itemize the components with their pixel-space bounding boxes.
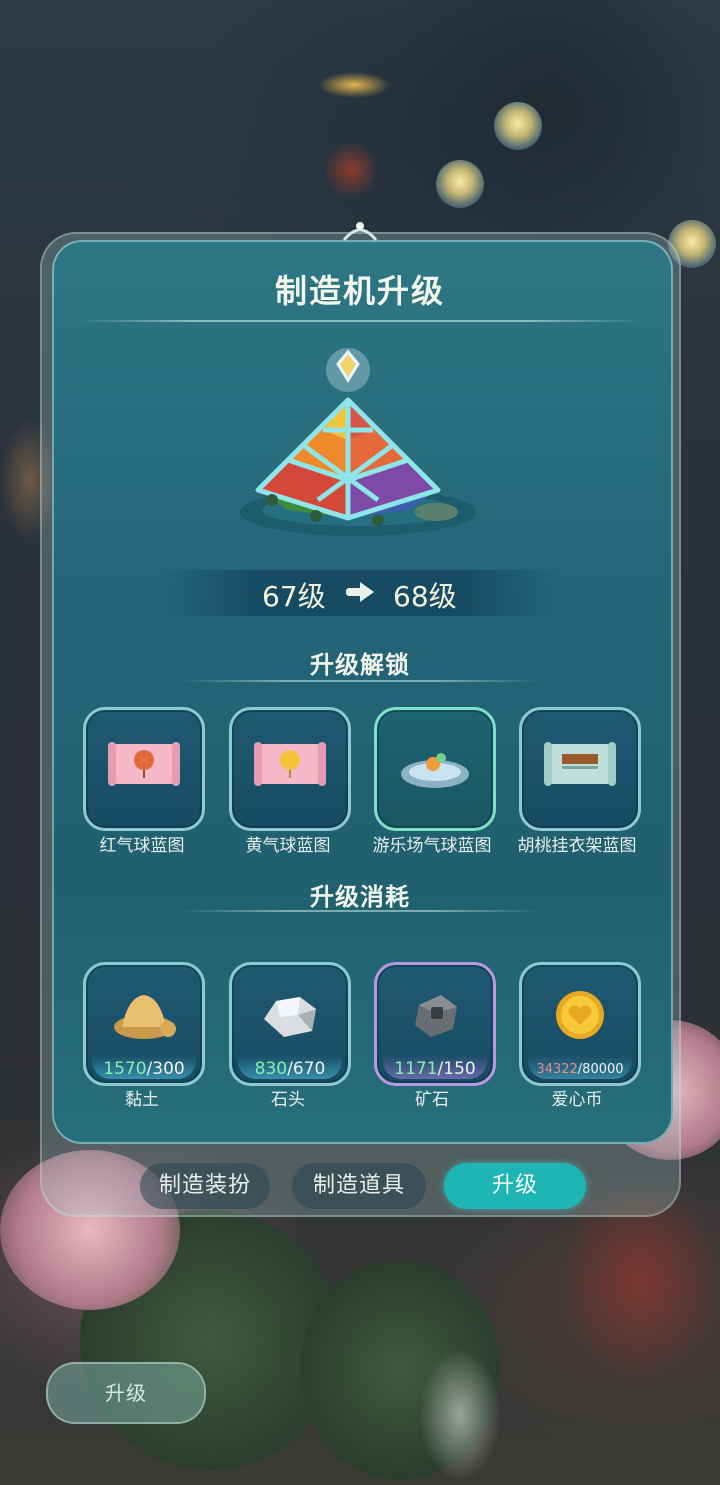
cost-slot-stone[interactable]: 830/670: [229, 962, 351, 1086]
cost-label: 矿石: [415, 1090, 449, 1110]
heart-coin-icon: [556, 991, 604, 1039]
title-divider: [78, 320, 642, 322]
cost-label: 黏土: [125, 1090, 159, 1110]
unlock-slot-walnut-coat-rack[interactable]: [519, 707, 641, 831]
cost-slot-clay[interactable]: 1570/300: [83, 962, 205, 1086]
unlock-section-divider: [180, 680, 540, 682]
unlock-label: 黄气球蓝图: [245, 836, 331, 856]
tab-upgrade[interactable]: 升级: [444, 1163, 586, 1209]
tab-make-item[interactable]: 制造道具: [292, 1163, 426, 1209]
playground-balloon-blueprint-icon: [401, 753, 469, 788]
lantern-icon: [436, 160, 484, 208]
crest-ornament-icon: [342, 222, 378, 241]
clay-icon: [114, 995, 176, 1039]
stone-count: 830/670: [254, 1059, 326, 1079]
dialog-title: 制造机升级: [274, 272, 445, 310]
clay-count: 1570/300: [103, 1059, 185, 1079]
next-level: 68级: [393, 580, 457, 613]
cost-label: 石头: [271, 1090, 305, 1110]
cost-label: 爱心币: [551, 1090, 603, 1110]
arrow-right-icon: [346, 582, 374, 602]
cost-section-divider: [180, 910, 540, 912]
unlock-label: 胡桃挂衣架蓝图: [517, 836, 637, 856]
ore-icon: [415, 995, 457, 1037]
unlock-label: 游乐场气球蓝图: [372, 836, 492, 856]
unlock-slot-playground-balloon[interactable]: [374, 707, 496, 831]
walnut-coat-rack-blueprint-icon: [544, 742, 616, 786]
crafting-machine-icon: [240, 348, 476, 536]
unlock-section-title: 升级解锁: [310, 651, 410, 679]
lantern-icon: [494, 102, 542, 150]
yellow-balloon-blueprint-icon: [254, 742, 326, 786]
cost-slot-heart-coin[interactable]: 34322/80000: [519, 962, 641, 1086]
heart-coin-count: 34322/80000: [536, 1062, 624, 1077]
red-balloon-blueprint-icon: [108, 742, 180, 786]
current-level: 67级: [262, 580, 326, 613]
cost-slot-ore[interactable]: 1171/150: [374, 962, 496, 1086]
unlock-label: 红气球蓝图: [99, 836, 185, 856]
tab-make-outfit[interactable]: 制造装扮: [140, 1163, 270, 1209]
upgrade-button[interactable]: 升级: [46, 1362, 206, 1424]
cost-section-title: 升级消耗: [310, 883, 410, 911]
unlock-slot-red-balloon[interactable]: [83, 707, 205, 831]
stone-icon: [264, 997, 316, 1037]
ore-count: 1171/150: [394, 1059, 476, 1079]
unlock-slot-yellow-balloon[interactable]: [229, 707, 351, 831]
